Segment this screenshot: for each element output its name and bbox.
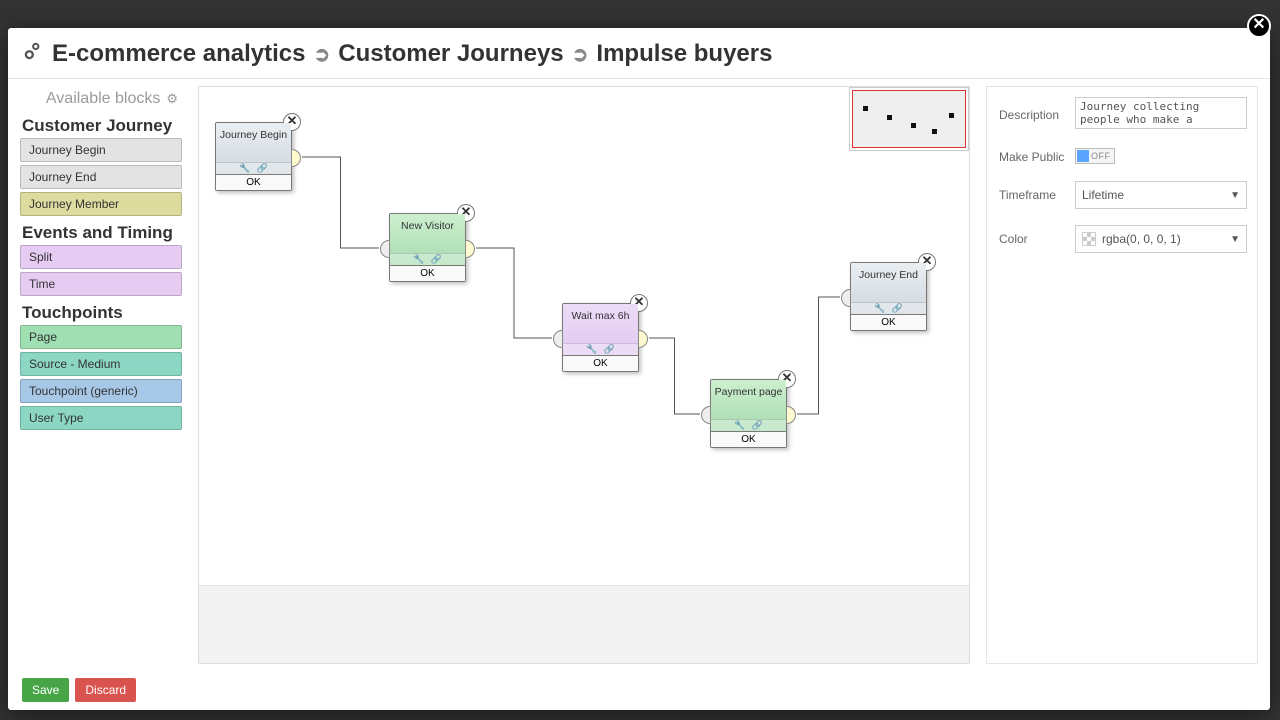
timeframe-label: Timeframe (999, 188, 1067, 202)
canvas-node[interactable]: ✕New Visitor🔧🔗OK (389, 213, 466, 282)
link-icon[interactable]: 🔗 (752, 420, 763, 431)
link-icon[interactable]: 🔗 (431, 254, 442, 265)
node-status: OK (851, 315, 926, 330)
app-title: E-commerce analytics (52, 40, 305, 68)
chevron-right-icon: ➲ (572, 42, 589, 67)
minimap[interactable] (849, 87, 969, 151)
canvas-node[interactable]: ✕Wait max 6h🔧🔗OK (562, 303, 639, 372)
sidebar-group-title: Touchpoints (20, 299, 182, 325)
breadcrumb-journeys[interactable]: Customer Journeys (338, 40, 563, 68)
wrench-icon[interactable]: 🔧 (734, 420, 745, 431)
node-status: OK (711, 432, 786, 447)
node-label: Wait max 6h (563, 310, 638, 322)
wrench-icon[interactable]: 🔧 (413, 254, 424, 265)
caret-down-icon: ▼ (1230, 234, 1240, 245)
wrench-icon[interactable]: 🔧 (874, 303, 885, 314)
block-item[interactable]: Journey Member (20, 192, 182, 216)
node-label: Journey Begin (216, 129, 291, 141)
block-item[interactable]: Touchpoint (generic) (20, 379, 182, 403)
wrench-icon[interactable]: 🔧 (586, 344, 597, 355)
canvas-footer (199, 585, 969, 663)
node-port-out[interactable] (638, 330, 648, 348)
link-icon[interactable]: 🔗 (892, 303, 903, 314)
node-status: OK (390, 266, 465, 281)
minimap-node-dot (949, 113, 954, 118)
minimap-node-dot (932, 129, 937, 134)
node-port-in[interactable] (841, 289, 851, 307)
node-port-in[interactable] (553, 330, 563, 348)
journey-editor-modal: ✕ E-commerce analytics ➲ Customer Journe… (8, 28, 1270, 710)
block-item[interactable]: Time (20, 272, 182, 296)
footer-actions: Save Discard (8, 670, 1270, 710)
node-label: Journey End (851, 269, 926, 281)
chevron-right-icon: ➲ (313, 42, 330, 67)
link-icon[interactable]: 🔗 (257, 163, 268, 174)
node-label: New Visitor (390, 220, 465, 232)
make-public-toggle[interactable]: OFF (1075, 148, 1115, 164)
minimap-node-dot (887, 115, 892, 120)
sidebar-group-title: Events and Timing (20, 219, 182, 245)
color-swatch (1082, 232, 1096, 246)
save-button[interactable]: Save (22, 678, 69, 702)
description-label: Description (999, 108, 1067, 122)
make-public-label: Make Public (999, 150, 1067, 164)
modal-close-button[interactable]: ✕ (1247, 14, 1271, 38)
block-item[interactable]: Journey End (20, 165, 182, 189)
minimap-node-dot (911, 123, 916, 128)
blocks-settings-icon[interactable]: ⚙ (166, 91, 178, 107)
color-label: Color (999, 232, 1067, 246)
node-port-out[interactable] (786, 406, 796, 424)
description-input[interactable] (1075, 97, 1247, 129)
journey-canvas[interactable]: ✕Journey Begin🔧🔗OK✕New Visitor🔧🔗OK✕Wait … (198, 86, 970, 664)
minimap-node-dot (863, 106, 868, 111)
gears-icon (22, 40, 44, 68)
node-port-out[interactable] (465, 240, 475, 258)
canvas-node[interactable]: ✕Payment page🔧🔗OK (710, 379, 787, 448)
color-select[interactable]: rgba(0, 0, 0, 1) ▼ (1075, 225, 1247, 253)
sidebar-group-title: Customer Journey (20, 112, 182, 138)
breadcrumb-current: Impulse buyers (596, 40, 772, 68)
canvas-node[interactable]: ✕Journey Begin🔧🔗OK (215, 122, 292, 191)
caret-down-icon: ▼ (1230, 190, 1240, 201)
block-item[interactable]: Page (20, 325, 182, 349)
block-item[interactable]: Source - Medium (20, 352, 182, 376)
sidebar-title: Available blocks (46, 90, 160, 108)
node-status: OK (563, 356, 638, 371)
breadcrumb: E-commerce analytics ➲ Customer Journeys… (8, 28, 1270, 79)
node-label: Payment page (711, 386, 786, 398)
block-item[interactable]: User Type (20, 406, 182, 430)
block-item[interactable]: Journey Begin (20, 138, 182, 162)
canvas-node[interactable]: ✕Journey End🔧🔗OK (850, 262, 927, 331)
node-port-in[interactable] (380, 240, 390, 258)
node-port-out[interactable] (291, 149, 301, 167)
node-status: OK (216, 175, 291, 190)
discard-button[interactable]: Discard (75, 678, 136, 702)
block-item[interactable]: Split (20, 245, 182, 269)
timeframe-select[interactable]: Lifetime ▼ (1075, 181, 1247, 209)
node-port-in[interactable] (701, 406, 711, 424)
available-blocks-sidebar: Available blocks ⚙ Customer JourneyJourn… (20, 86, 182, 664)
wrench-icon[interactable]: 🔧 (239, 163, 250, 174)
properties-panel: Description Make Public OFF Timeframe (986, 86, 1258, 664)
link-icon[interactable]: 🔗 (604, 344, 615, 355)
